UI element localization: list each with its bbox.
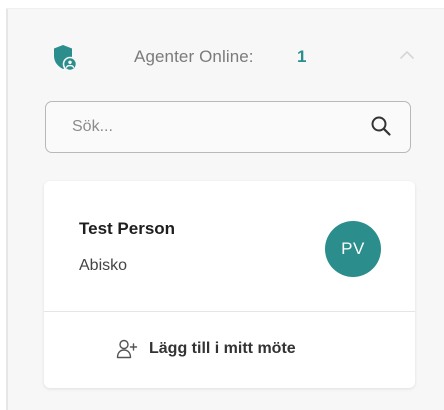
add-to-meeting-button[interactable]: Lägg till i mitt möte	[44, 312, 415, 388]
add-to-meeting-label: Lägg till i mitt möte	[149, 340, 296, 357]
agent-card: Test Person Abisko PV Lägg till i mitt m…	[44, 181, 415, 388]
avatar: PV	[325, 221, 381, 277]
agents-online-label: Agenter Online:	[134, 47, 254, 66]
add-user-icon	[116, 339, 138, 359]
search-input[interactable]	[72, 115, 352, 139]
search-box	[45, 101, 411, 153]
search-icon[interactable]	[370, 115, 392, 137]
avatar-initials: PV	[341, 239, 365, 258]
chevron-up-icon[interactable]	[398, 49, 416, 61]
agents-online-count: 1	[297, 47, 307, 66]
agents-header: Agenter Online: 1	[8, 9, 444, 99]
agent-location: Abisko	[79, 257, 128, 274]
agents-panel: Agenter Online: 1 Test Person Abisko PV	[8, 9, 444, 410]
agent-name: Test Person	[79, 219, 176, 238]
agents-widget: Agenter Online: 1 Test Person Abisko PV	[0, 0, 444, 410]
shield-user-icon	[54, 45, 78, 72]
